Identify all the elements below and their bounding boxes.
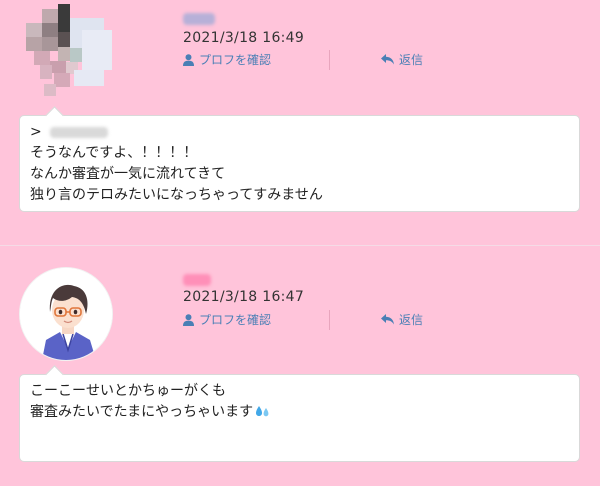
user-avatar[interactable] bbox=[19, 267, 113, 361]
post-timestamp: 2021/3/18 16:49 bbox=[183, 30, 305, 46]
reply-label: 返信 bbox=[399, 313, 424, 327]
message-post: 2021/3/18 16:49 プロフを確認 返信 > そうなんですよ、！！！！… bbox=[0, 0, 600, 245]
message-line: こーこーせいとかちゅーがくも bbox=[30, 383, 226, 399]
view-profile-link[interactable]: プロフを確認 bbox=[183, 51, 271, 68]
reply-label: 返信 bbox=[399, 53, 424, 67]
reply-link[interactable]: 返信 bbox=[381, 51, 423, 68]
message-line: そうなんですよ、！！！！ bbox=[30, 145, 198, 161]
username-blurred[interactable] bbox=[183, 274, 211, 286]
action-divider bbox=[329, 310, 330, 330]
action-divider bbox=[329, 50, 330, 70]
reply-link[interactable]: 返信 bbox=[381, 311, 423, 328]
person-icon bbox=[183, 53, 194, 66]
user-avatar-pixelated[interactable] bbox=[12, 4, 114, 98]
view-profile-link[interactable]: プロフを確認 bbox=[183, 311, 271, 328]
message-bubble: > そうなんですよ、！！！！ なんか審査が一気に流れてきて 独り言のテロみたいに… bbox=[19, 106, 580, 212]
quoted-username-blurred bbox=[49, 127, 108, 138]
reply-arrow-icon bbox=[381, 54, 394, 65]
username-blurred[interactable] bbox=[183, 13, 215, 25]
quote-marker: > bbox=[30, 124, 42, 140]
message-line: なんか審査が一気に流れてきて bbox=[30, 166, 226, 182]
message-line-with-emoji: 審査みたいでたまにやっちゃいます bbox=[30, 402, 569, 423]
message-line: 独り言のテロみたいになっちゃってすみません bbox=[30, 187, 323, 203]
post-timestamp: 2021/3/18 16:47 bbox=[183, 289, 305, 305]
person-icon bbox=[183, 313, 194, 326]
reply-quote-line: > bbox=[30, 122, 569, 143]
message-bubble: こーこーせいとかちゅーがくも 審査みたいでたまにやっちゃいます bbox=[19, 365, 580, 462]
view-profile-label: プロフを確認 bbox=[199, 313, 272, 327]
message-text: 審査みたいでたまにやっちゃいます bbox=[30, 404, 254, 420]
reply-arrow-icon bbox=[381, 314, 394, 325]
avatar-illustration bbox=[20, 268, 112, 360]
message-post: 2021/3/18 16:47 プロフを確認 返信 こーこーせいとかちゅーがくも… bbox=[0, 246, 600, 486]
sweat-droplets-emoji-icon bbox=[256, 406, 269, 417]
view-profile-label: プロフを確認 bbox=[199, 53, 272, 67]
